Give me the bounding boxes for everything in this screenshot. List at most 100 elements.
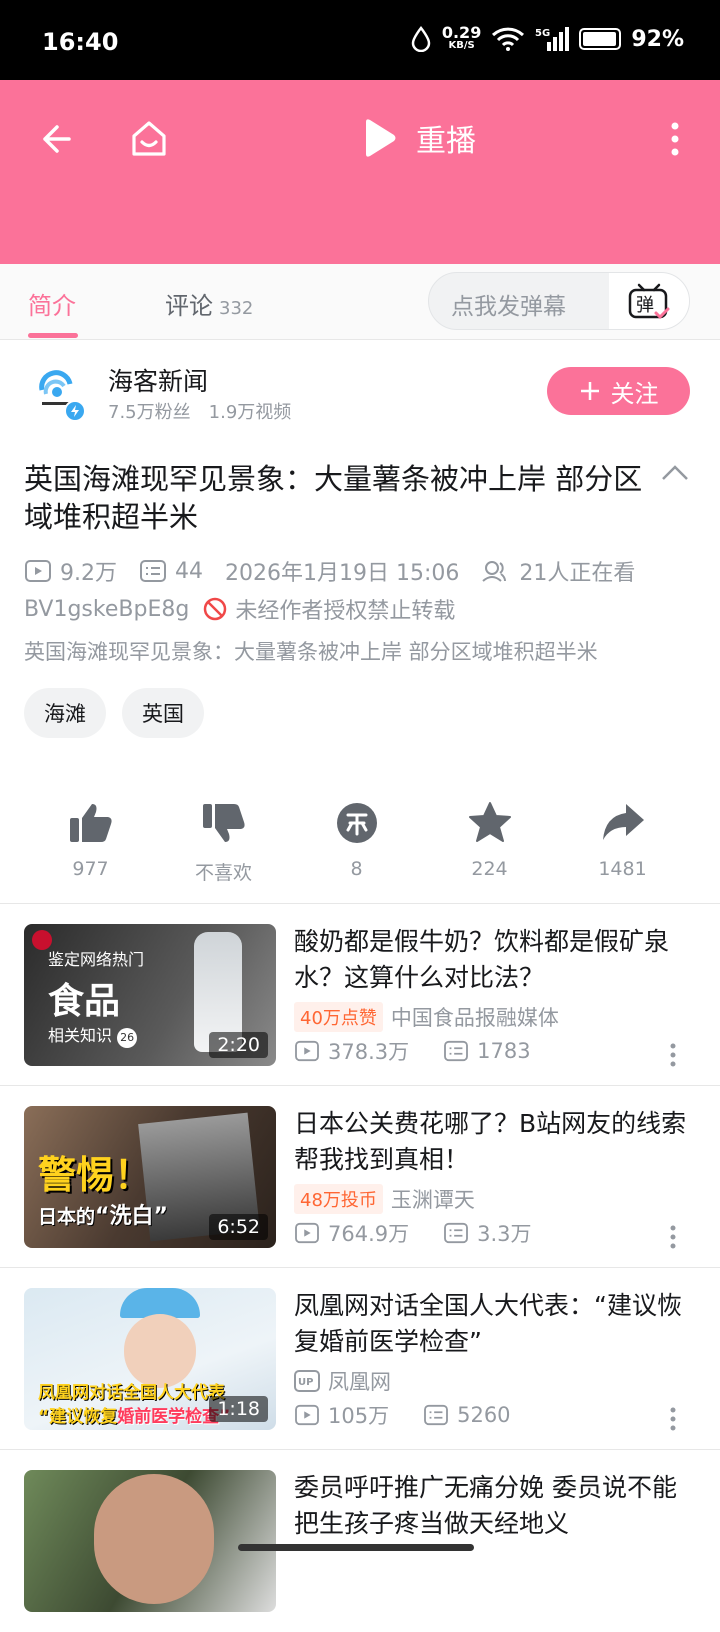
bvid[interactable]: BV1gskeBpE8g	[24, 597, 189, 622]
video-thumbnail[interactable]: 警惕！ 日本的“洗白” 6:52	[24, 1106, 276, 1248]
video-duration: 6:52	[209, 1214, 268, 1240]
person-face-image	[124, 1314, 196, 1388]
thumbs-up-icon	[69, 804, 112, 842]
tag-item[interactable]: 英国	[122, 688, 204, 738]
collapse-button[interactable]	[660, 463, 690, 489]
danmaku-count-icon	[140, 560, 166, 582]
dislike-button[interactable]: 不喜欢	[157, 800, 290, 900]
author-section: 海客新闻 7.5万粉丝 1.9万视频 关注	[0, 340, 720, 450]
home-icon	[132, 121, 166, 156]
author-name[interactable]: 海客新闻	[108, 362, 208, 398]
comment-count: 1783	[477, 1039, 531, 1063]
popularity-badge: 40万点赞	[294, 1002, 383, 1032]
comment-count: 3.3万	[477, 1222, 532, 1246]
related-video-card[interactable]: 凤凰网对话全国人大代表 “建议恢复婚前医学检查” 1:18 凤凰网对话全国人大代…	[0, 1268, 720, 1450]
up-icon: UP	[294, 1370, 320, 1392]
video-meta: 9.2万 44 2026年1月19日 15:06 21人正在看	[24, 555, 635, 587]
comment-count: 5260	[457, 1403, 511, 1427]
author-stats: 7.5万粉丝 1.9万视频	[108, 402, 292, 423]
danmaku-count-icon	[444, 1040, 469, 1062]
svg-text:UP: UP	[298, 1377, 313, 1388]
popularity-badge: 48万投币	[294, 1184, 383, 1214]
publish-date: 2026年1月19日 15:06	[225, 561, 460, 586]
video-thumbnail[interactable]: 鉴定网络热门 食品 相关知识 26 2:20	[24, 924, 276, 1066]
tab-bar: 简介 评论 332 点我发弹幕 弹	[0, 264, 720, 340]
related-video-title: 日本公关费花哪了？B站网友的线索帮我找到真相！	[294, 1109, 687, 1174]
viewers-icon	[482, 561, 507, 582]
comment-count: 332	[219, 298, 254, 319]
chevron-up-icon	[662, 465, 688, 480]
status-time: 16:40	[42, 28, 119, 56]
thumbs-down-icon	[202, 804, 245, 842]
battery-percent: 92%	[631, 26, 684, 52]
related-video-title: 酸奶都是假牛奶？饮料都是假矿泉水？这算什么对比法？	[294, 927, 670, 992]
like-button[interactable]: 977	[24, 800, 157, 900]
video-duration: 1:18	[209, 1396, 268, 1422]
watching-count: 21人正在看	[519, 561, 636, 586]
related-video-card[interactable]: 警惕！ 日本的“洗白” 6:52 日本公关费花哪了？B站网友的线索帮我找到真相！…	[0, 1086, 720, 1268]
related-video-author: 玉渊谭天	[390, 1188, 475, 1212]
view-count: 9.2万	[60, 561, 117, 586]
home-button[interactable]	[124, 114, 174, 164]
star-icon	[468, 802, 511, 842]
view-count: 105万	[328, 1404, 390, 1428]
tab-intro[interactable]: 简介	[28, 286, 76, 321]
signal-icon: 5G	[535, 27, 570, 51]
action-bar: 977 不喜欢 8 224 1481	[0, 800, 720, 900]
back-button[interactable]	[30, 114, 80, 164]
copyright-notice: 未经作者授权禁止转载	[235, 599, 456, 624]
follow-button[interactable]: 关注	[547, 367, 690, 415]
more-vertical-icon[interactable]	[668, 1042, 678, 1068]
favorite-button[interactable]: 224	[423, 800, 556, 900]
no-repost-icon	[204, 597, 227, 621]
view-count: 764.9万	[328, 1222, 410, 1246]
wifi-icon	[492, 27, 525, 51]
danmaku-toggle-button[interactable]: 弹	[609, 273, 689, 329]
related-video-title: 凤凰网对话全国人大代表：“建议恢复婚前医学检查”	[294, 1291, 682, 1356]
back-arrow-icon	[43, 125, 71, 153]
home-indicator[interactable]	[238, 1544, 474, 1551]
play-count-icon	[295, 1040, 319, 1062]
tag-item[interactable]: 海滩	[24, 688, 106, 738]
person-face-image	[94, 1474, 214, 1604]
share-icon	[602, 804, 644, 840]
more-vertical-icon[interactable]	[668, 1406, 678, 1432]
danmaku-input[interactable]: 点我发弹幕 弹	[428, 272, 690, 330]
play-count-icon	[295, 1404, 319, 1426]
video-player-area[interactable]: 重播	[0, 80, 720, 264]
play-icon	[366, 119, 396, 157]
dnd-icon	[411, 26, 431, 52]
danmaku-icon: 弹	[628, 283, 670, 320]
video-meta-2: BV1gskeBpE8g 未经作者授权禁止转载	[24, 593, 455, 625]
replay-button[interactable]: 重播	[362, 116, 476, 160]
danmaku-placeholder: 点我发弹幕	[451, 294, 566, 320]
more-vertical-icon[interactable]	[668, 1224, 678, 1250]
video-duration: 2:20	[209, 1032, 268, 1058]
play-count-icon	[25, 560, 51, 582]
status-icons: 0.29 KB/S 5G 92%	[410, 25, 684, 52]
svg-text:弹: 弹	[636, 295, 654, 316]
related-video-author: 中国食品报融媒体	[390, 1006, 559, 1030]
coin-button[interactable]: 8	[290, 800, 423, 900]
battery-icon	[579, 28, 622, 50]
tag-list: 海滩 英国	[24, 688, 204, 738]
share-button[interactable]: 1481	[556, 800, 689, 900]
video-title: 英国海滩现罕见景象：大量薯条被冲上岸 部分区域堆积超半米	[24, 462, 643, 534]
tab-active-indicator	[28, 333, 78, 338]
danmaku-count: 44	[175, 558, 203, 584]
video-thumbnail[interactable]	[24, 1470, 276, 1612]
status-bar: 16:40 0.29 KB/S 5G 92%	[0, 0, 720, 80]
view-count: 378.3万	[328, 1040, 410, 1064]
more-options-button[interactable]	[650, 114, 700, 164]
related-video-author: 凤凰网	[328, 1370, 391, 1394]
danmaku-count-icon	[444, 1222, 469, 1244]
related-video-card[interactable]: 委员呼吁推广无痛分娩 委员说不能把生孩子疼当做天经地义	[0, 1450, 720, 1632]
danmaku-count-icon	[424, 1404, 449, 1426]
coin-icon	[336, 803, 377, 843]
svg-text:5G: 5G	[535, 28, 550, 39]
related-video-card[interactable]: 鉴定网络热门 食品 相关知识 26 2:20 酸奶都是假牛奶？饮料都是假矿泉水？…	[0, 904, 720, 1086]
verified-badge-icon	[64, 400, 86, 422]
video-thumbnail[interactable]: 凤凰网对话全国人大代表 “建议恢复婚前医学检查” 1:18	[24, 1288, 276, 1430]
tab-comments[interactable]: 评论 332	[165, 286, 253, 321]
plus-icon	[580, 382, 599, 400]
